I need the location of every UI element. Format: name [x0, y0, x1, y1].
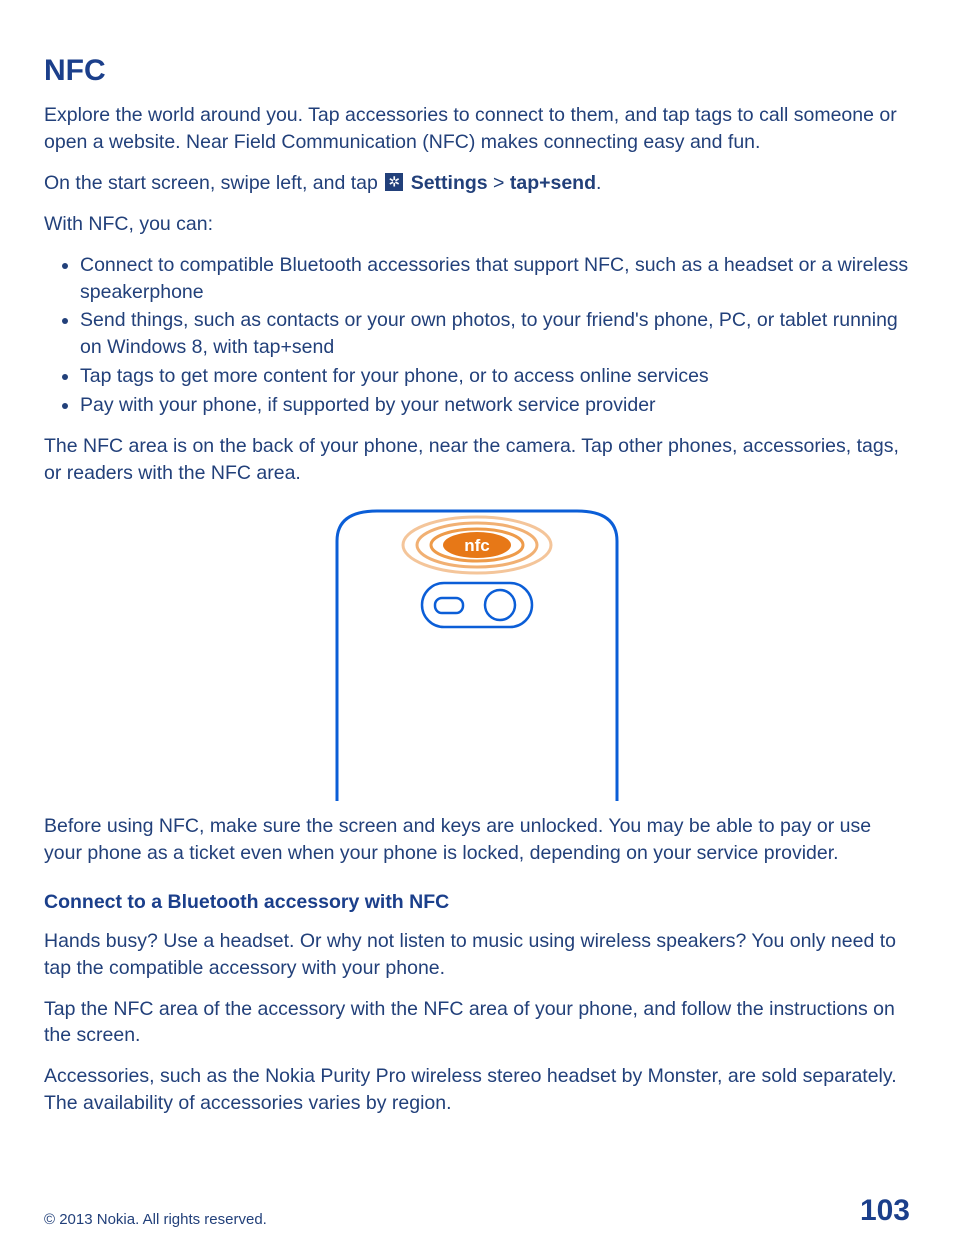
section-subheading: Connect to a Bluetooth accessory with NF… [44, 891, 910, 914]
nfc-badge-text: nfc [464, 536, 490, 555]
list-item: Connect to compatible Bluetooth accessor… [80, 252, 910, 306]
section2-p1: Hands busy? Use a headset. Or why not li… [44, 928, 910, 982]
separator: > [488, 172, 510, 194]
page-footer: © 2013 Nokia. All rights reserved. 103 [44, 1194, 910, 1228]
tapsend-label: tap+send [510, 172, 596, 194]
page-title: NFC [44, 54, 910, 88]
list-item: Send things, such as contacts or your ow… [80, 307, 910, 361]
section2-p2: Tap the NFC area of the accessory with t… [44, 996, 910, 1050]
phone-illustration: nfc [44, 501, 910, 801]
section2-p3: Accessories, such as the Nokia Purity Pr… [44, 1063, 910, 1117]
list-item: Tap tags to get more content for your ph… [80, 363, 910, 390]
nfc-area-paragraph: The NFC area is on the back of your phon… [44, 433, 910, 487]
page-number: 103 [860, 1194, 910, 1228]
copyright-text: © 2013 Nokia. All rights reserved. [44, 1211, 267, 1228]
instruction-post: . [596, 172, 601, 194]
list-item: Pay with your phone, if supported by you… [80, 392, 910, 419]
settings-label: Settings [411, 172, 488, 194]
feature-list: Connect to compatible Bluetooth accessor… [44, 252, 910, 419]
instruction-line: On the start screen, swipe left, and tap… [44, 170, 910, 197]
intro-paragraph: Explore the world around you. Tap access… [44, 102, 910, 156]
settings-icon [385, 173, 403, 191]
before-using-paragraph: Before using NFC, make sure the screen a… [44, 813, 910, 867]
withnfc-line: With NFC, you can: [44, 211, 910, 238]
instruction-pre: On the start screen, swipe left, and tap [44, 172, 383, 194]
